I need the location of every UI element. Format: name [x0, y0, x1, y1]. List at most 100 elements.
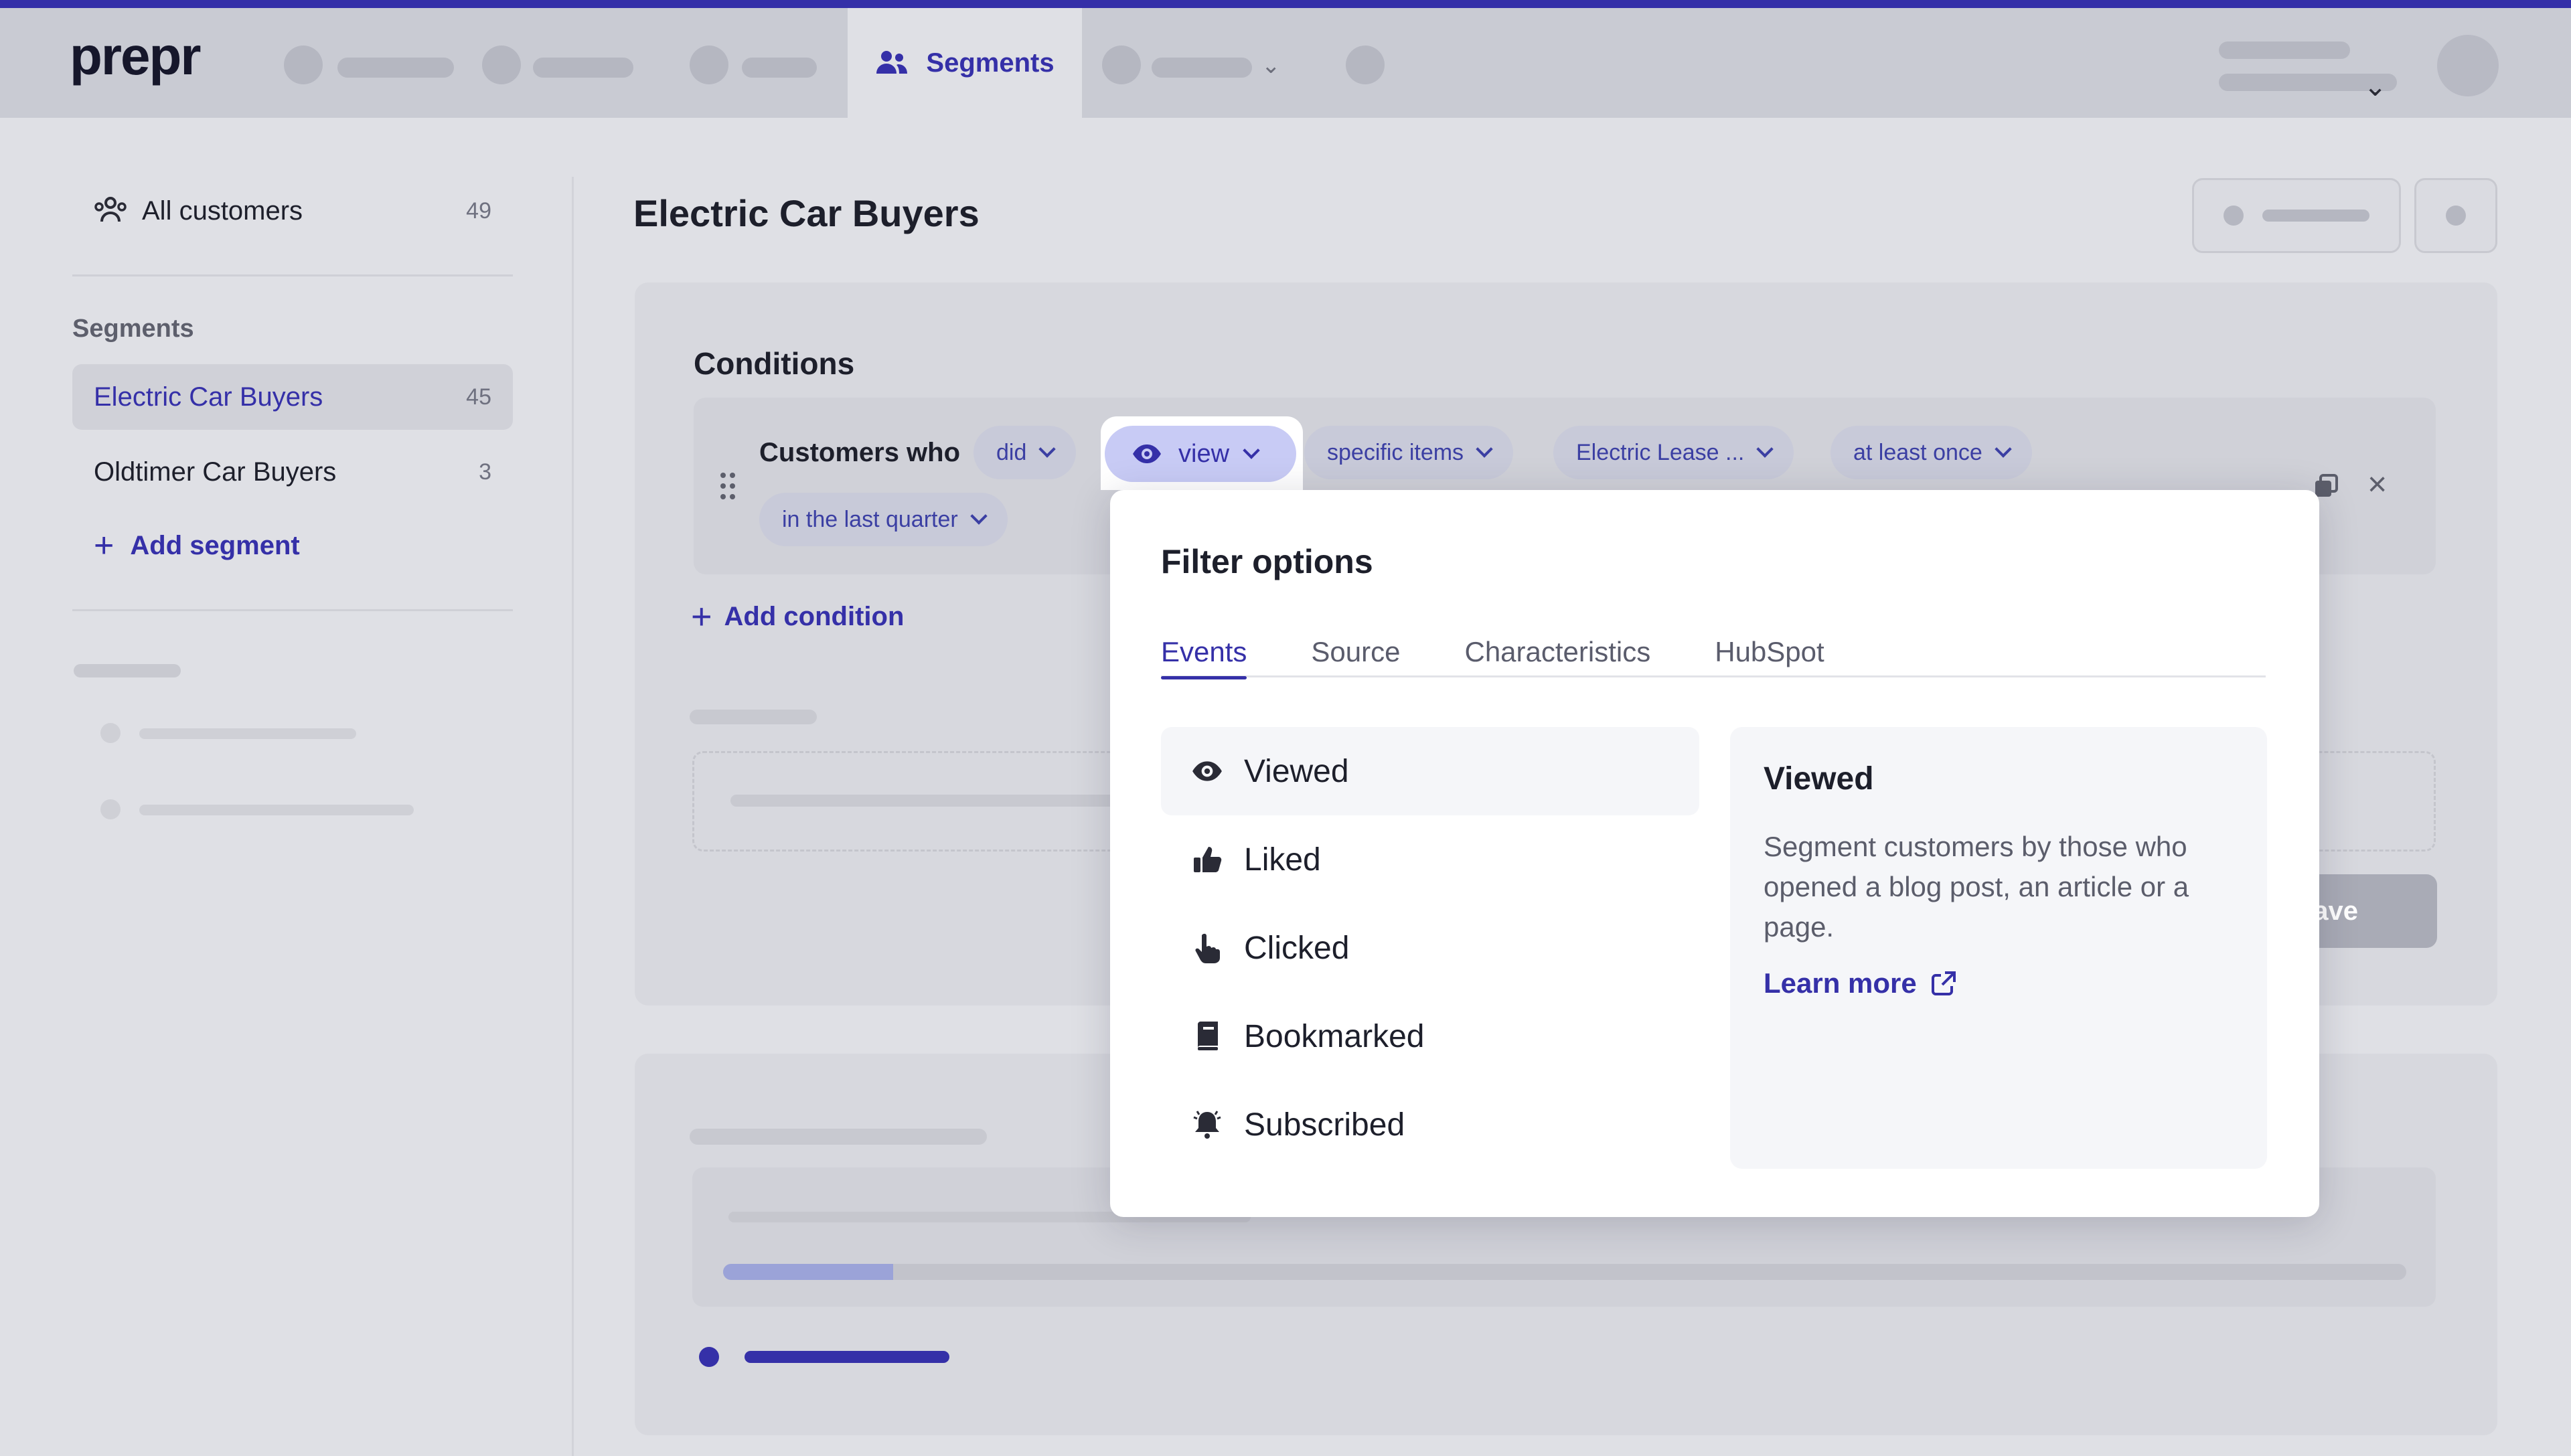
- popover-title: Filter options: [1161, 543, 1373, 580]
- save-label: ave: [2313, 896, 2358, 926]
- button-placeholder-label: [2262, 210, 2369, 222]
- chip-label: specific items: [1327, 439, 1464, 465]
- option-label: Viewed: [1244, 753, 1349, 789]
- learn-more-link[interactable]: Learn more: [1764, 967, 2234, 999]
- chip-label: Electric Lease ...: [1576, 439, 1745, 465]
- progress-fill: [723, 1264, 893, 1280]
- detail-description: Segment customers by those who opened a …: [1764, 831, 2189, 943]
- loading-placeholder: [139, 728, 356, 739]
- page-title: Electric Car Buyers: [633, 192, 980, 234]
- add-condition-label: Add condition: [724, 601, 905, 631]
- legend-dot: [699, 1347, 719, 1367]
- sidebar-item-electric-car-buyers[interactable]: Electric Car Buyers 45: [72, 364, 513, 430]
- chevron-down-icon[interactable]: ⌄: [1261, 52, 1281, 79]
- loading-placeholder: [139, 805, 414, 815]
- avatar[interactable]: [2437, 35, 2499, 96]
- loading-placeholder: [730, 795, 1132, 807]
- condition-prefix: Customers who: [759, 438, 961, 467]
- users-icon: [876, 51, 908, 74]
- option-clicked[interactable]: Clicked: [1161, 904, 1699, 992]
- nav-placeholder-icon[interactable]: [1102, 46, 1141, 84]
- view-dropdown[interactable]: view: [1105, 426, 1296, 482]
- option-subscribed[interactable]: Subscribed: [1161, 1080, 1699, 1169]
- button-placeholder-icon: [2224, 206, 2244, 226]
- event-option-list: Viewed Liked Clicked Bookmarked Subscrib…: [1161, 727, 1699, 1169]
- bell-icon: [1190, 1108, 1224, 1141]
- item-selection-dropdown[interactable]: Electric Lease ...: [1553, 426, 1794, 479]
- chevron-down-icon: [1476, 440, 1493, 458]
- detail-title: Viewed: [1764, 761, 1874, 797]
- sidebar-item-label: Oldtimer Car Buyers: [94, 457, 337, 487]
- nav-placeholder-icon[interactable]: [482, 46, 521, 84]
- chip-label: did: [996, 439, 1027, 465]
- drag-handle-icon[interactable]: [719, 471, 738, 501]
- accent-strip: [0, 0, 2571, 8]
- divider: [72, 274, 513, 276]
- chevron-down-icon: [969, 507, 988, 525]
- loading-placeholder: [690, 710, 817, 724]
- tab-hubspot[interactable]: HubSpot: [1715, 636, 1824, 677]
- option-detail-panel: Viewed Segment customers by those who op…: [1730, 727, 2267, 1169]
- sidebar-divider: [572, 177, 574, 1456]
- bookmark-icon: [1190, 1020, 1224, 1053]
- tab-segments[interactable]: Segments: [848, 8, 1082, 118]
- top-navigation-bar: ⌄: [0, 8, 2571, 118]
- sidebar-item-all-customers[interactable]: All customers 49: [72, 178, 513, 244]
- loading-placeholder: [690, 1129, 987, 1145]
- loading-placeholder: [100, 799, 121, 819]
- nav-placeholder-label[interactable]: [533, 58, 633, 78]
- eye-icon: [1133, 444, 1161, 463]
- chevron-down-icon: [1243, 442, 1260, 459]
- option-viewed[interactable]: Viewed: [1161, 727, 1699, 815]
- nav-placeholder-icon[interactable]: [284, 46, 323, 84]
- progress-track: [723, 1264, 2406, 1280]
- tab-events[interactable]: Events: [1161, 636, 1247, 679]
- divider: [72, 609, 513, 611]
- option-label: Subscribed: [1244, 1107, 1405, 1143]
- nav-placeholder-label[interactable]: [337, 58, 454, 78]
- close-icon[interactable]: ×: [2367, 465, 2387, 503]
- specific-items-dropdown[interactable]: specific items: [1304, 426, 1514, 479]
- header-more-button[interactable]: [2414, 178, 2497, 253]
- plus-icon: +: [94, 526, 114, 565]
- sidebar-item-label: All customers: [142, 195, 303, 226]
- chip-label: at least once: [1853, 439, 1982, 465]
- frequency-dropdown[interactable]: at least once: [1830, 426, 2032, 479]
- time-range-dropdown[interactable]: in the last quarter: [759, 493, 1008, 546]
- option-bookmarked[interactable]: Bookmarked: [1161, 992, 1699, 1080]
- plus-icon: +: [691, 596, 712, 637]
- option-label: Clicked: [1244, 930, 1350, 966]
- nav-placeholder-label[interactable]: [1152, 58, 1252, 78]
- segments-heading: Segments: [72, 315, 194, 343]
- external-link-icon: [1931, 971, 1956, 995]
- sidebar-item-oldtimer-car-buyers[interactable]: Oldtimer Car Buyers 3: [72, 439, 513, 505]
- learn-more-label: Learn more: [1764, 967, 1917, 999]
- segment-count: 45: [466, 384, 491, 410]
- tab-characteristics[interactable]: Characteristics: [1464, 636, 1650, 677]
- chevron-down-icon[interactable]: ⌄: [2363, 70, 2387, 102]
- users-group-icon: [94, 197, 127, 222]
- nav-placeholder-icon[interactable]: [1346, 46, 1385, 84]
- header-action-button[interactable]: [2192, 178, 2401, 253]
- sidebar-item-label: Electric Car Buyers: [94, 382, 323, 412]
- tab-source[interactable]: Source: [1311, 636, 1400, 677]
- loading-placeholder: [100, 723, 121, 743]
- chip-label: view: [1178, 439, 1230, 468]
- did-dropdown[interactable]: did: [973, 426, 1077, 479]
- chip-label: in the last quarter: [782, 506, 958, 532]
- loading-placeholder: [74, 664, 181, 677]
- conditions-title: Conditions: [694, 346, 855, 381]
- prepr-logo[interactable]: prepr: [70, 29, 201, 83]
- nav-placeholder-icon[interactable]: [690, 46, 728, 84]
- chevron-down-icon: [1038, 440, 1057, 458]
- filter-tabs: Events Source Characteristics HubSpot: [1161, 636, 2266, 679]
- nav-placeholder-label[interactable]: [742, 58, 817, 78]
- thumbs-up-icon: [1190, 843, 1224, 876]
- button-placeholder-icon: [2446, 206, 2466, 226]
- option-liked[interactable]: Liked: [1161, 815, 1699, 904]
- eye-icon: [1190, 754, 1224, 788]
- option-label: Liked: [1244, 841, 1321, 878]
- add-condition-button[interactable]: + Add condition: [691, 596, 904, 637]
- add-segment-button[interactable]: + Add segment: [72, 513, 513, 578]
- customer-count: 49: [466, 197, 491, 224]
